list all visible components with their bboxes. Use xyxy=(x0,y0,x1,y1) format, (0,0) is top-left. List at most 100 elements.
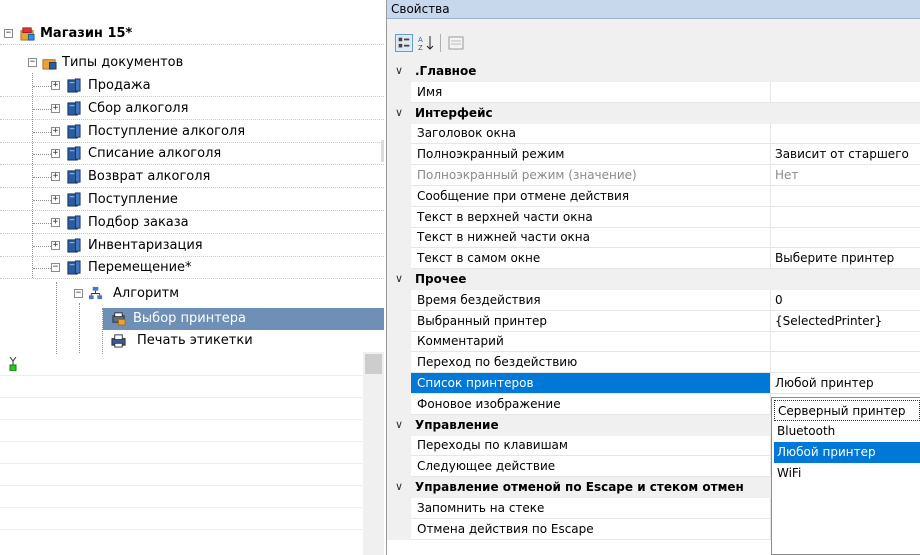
property-value[interactable] xyxy=(771,207,920,228)
dropdown-option[interactable]: WiFi xyxy=(774,463,920,484)
tree-connector xyxy=(33,131,51,133)
property-row[interactable]: Текст в нижней части окна xyxy=(387,227,920,249)
tree-node-label: Продажа xyxy=(88,78,151,93)
property-row[interactable]: Имя xyxy=(387,81,920,103)
property-row[interactable]: Полноэкранный режим (значение) Нет xyxy=(387,165,920,186)
tree-node-document-type[interactable]: + Поступление xyxy=(0,189,384,211)
categorized-icon[interactable] xyxy=(395,34,413,52)
collapse-icon[interactable]: − xyxy=(28,58,37,67)
tree-node-document-type[interactable]: + Инвентаризация xyxy=(0,235,384,257)
property-name[interactable]: Фоновое изображение xyxy=(411,393,771,415)
property-value[interactable]: Любой принтер xyxy=(771,373,920,394)
expand-icon[interactable]: + xyxy=(51,195,60,204)
property-name[interactable]: Сообщение при отмене действия xyxy=(411,185,771,207)
property-name[interactable]: Следующее действие xyxy=(411,456,771,478)
category-label: .Главное xyxy=(411,61,771,82)
property-name[interactable]: Отмена действия по Escape xyxy=(411,518,771,540)
property-value[interactable] xyxy=(771,227,920,249)
property-value[interactable] xyxy=(771,186,920,207)
property-name[interactable]: Заголовок окна xyxy=(411,123,771,145)
book-icon xyxy=(67,192,81,207)
expand-icon[interactable]: + xyxy=(51,172,60,182)
property-name[interactable]: Выбранный принтер xyxy=(411,310,771,332)
dropdown-option[interactable]: Серверный принтер xyxy=(774,400,920,421)
expand-icon[interactable]: + xyxy=(51,126,60,136)
property-value[interactable] xyxy=(771,352,920,374)
tree-node-document-type[interactable]: + Возврат алкоголя xyxy=(0,166,384,188)
tree-node-document-type[interactable]: + Продажа xyxy=(0,75,384,97)
tree-node-action-print-label[interactable]: Печать этикетки xyxy=(103,330,384,352)
tree-scrollbar-thumb[interactable] xyxy=(381,140,384,162)
tree-node-document-type[interactable]: + Поступление алкоголя xyxy=(0,121,384,143)
tree-node-document-type[interactable]: + Подбор заказа xyxy=(0,212,384,234)
chevron-down-icon[interactable]: ∨ xyxy=(395,477,403,497)
printer-select-icon xyxy=(112,312,126,326)
expand-icon[interactable]: + xyxy=(51,103,60,113)
collapse-icon[interactable]: − xyxy=(74,289,83,298)
property-row[interactable]: Текст в самом окне Выберите принтер xyxy=(387,248,920,270)
property-name[interactable]: Список принтеров xyxy=(411,373,771,394)
grid-gutter xyxy=(387,456,411,478)
property-name[interactable]: Полноэкранный режим (значение) xyxy=(411,165,771,186)
chevron-down-icon[interactable]: ∨ xyxy=(395,269,403,289)
sort-az-icon[interactable]: A Z xyxy=(417,34,435,52)
property-row[interactable]: Время бездействия 0 xyxy=(387,289,920,311)
lower-scrollbar[interactable] xyxy=(363,352,384,555)
printer-list-dropdown[interactable]: Серверный принтер Bluetooth Любой принтер W… xyxy=(771,397,920,555)
property-row[interactable]: Полноэкранный режим Зависит от старшего xyxy=(387,144,920,166)
scrollbar-thumb[interactable] xyxy=(365,354,382,374)
chevron-down-icon[interactable]: ∨ xyxy=(395,103,403,123)
chevron-down-icon[interactable]: ∨ xyxy=(395,415,403,435)
property-name[interactable]: Текст в самом окне xyxy=(411,248,771,270)
property-name[interactable]: Запомнить на стеке xyxy=(411,497,771,519)
property-pages-icon[interactable] xyxy=(447,34,465,52)
property-value[interactable]: {SelectedPrinter} xyxy=(771,311,920,332)
property-row[interactable]: Сообщение при отмене действия xyxy=(387,185,920,207)
property-value[interactable] xyxy=(771,331,920,353)
property-name[interactable]: Текст в нижней части окна xyxy=(411,227,771,249)
tree-node-document-type[interactable]: + Списание алкоголя xyxy=(0,143,384,165)
expand-icon[interactable]: + xyxy=(51,240,60,250)
tree-node-label: Печать этикетки xyxy=(137,333,253,348)
property-value[interactable]: Зависит от старшего xyxy=(771,144,920,166)
expand-icon[interactable]: + xyxy=(51,149,60,159)
tree-node-shop[interactable]: − Магазин 15* xyxy=(0,23,384,45)
property-name[interactable]: Время бездействия xyxy=(411,289,771,311)
property-name[interactable]: Полноэкранный режим xyxy=(411,144,771,166)
property-row[interactable]: Переход по бездействию xyxy=(387,352,920,374)
collapse-icon[interactable]: − xyxy=(51,263,60,273)
property-value[interactable]: Выберите принтер xyxy=(771,248,920,270)
property-row[interactable]: Выбранный принтер {SelectedPrinter} xyxy=(387,310,920,332)
expand-icon[interactable]: + xyxy=(51,217,60,227)
tree-node-action-select-printer[interactable]: Выбор принтера xyxy=(103,308,384,330)
expand-icon[interactable]: + xyxy=(51,81,60,90)
property-name[interactable]: Комментарий xyxy=(411,331,771,353)
collapse-icon[interactable]: − xyxy=(4,29,13,38)
property-row[interactable]: Комментарий xyxy=(387,331,920,353)
property-value[interactable]: 0 xyxy=(771,290,920,311)
tree-node-algorithm[interactable]: − Алгоритм xyxy=(0,283,384,305)
tree-node-document-type[interactable]: − Перемещение* xyxy=(0,257,384,279)
document-tree[interactable]: − Магазин 15* − Типы документов + Продажа… xyxy=(0,0,384,555)
property-name[interactable]: Переходы по клавишам xyxy=(411,435,771,457)
property-category[interactable]: ∨ Интерфейс xyxy=(387,102,920,124)
dropdown-option[interactable]: Любой принтер xyxy=(774,442,920,463)
property-category[interactable]: ∨ Прочее xyxy=(387,269,920,290)
property-value[interactable]: Нет xyxy=(771,165,920,186)
property-row[interactable]: Список принтеров Любой принтер xyxy=(387,373,920,394)
dropdown-option[interactable]: Bluetooth xyxy=(774,421,920,442)
property-value[interactable] xyxy=(771,82,920,103)
tree-connector xyxy=(33,177,51,179)
property-value[interactable] xyxy=(771,123,920,145)
property-row[interactable]: Текст в верхней части окна xyxy=(387,206,920,228)
chevron-down-icon[interactable]: ∨ xyxy=(395,61,403,81)
tree-connector xyxy=(33,245,51,247)
property-name[interactable]: Имя xyxy=(411,81,771,103)
property-category[interactable]: ∨ .Главное xyxy=(387,61,920,82)
property-name[interactable]: Переход по бездействию xyxy=(411,352,771,374)
tree-node-doc-types[interactable]: − Типы документов xyxy=(0,52,384,74)
property-row[interactable]: Заголовок окна xyxy=(387,123,920,145)
property-name[interactable]: Текст в верхней части окна xyxy=(411,206,771,228)
book-icon xyxy=(67,169,81,184)
tree-node-document-type[interactable]: + Сбор алкоголя xyxy=(0,98,384,120)
